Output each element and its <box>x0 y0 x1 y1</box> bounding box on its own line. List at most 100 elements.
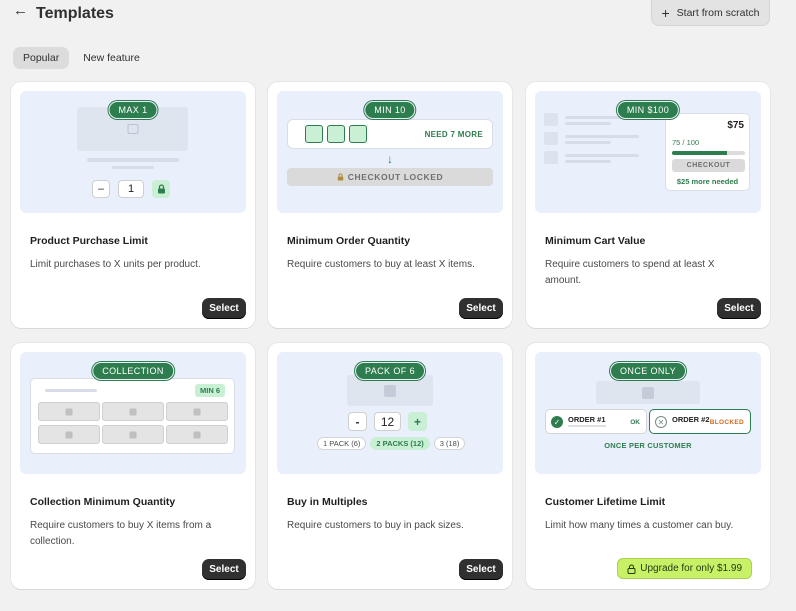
back-arrow-icon[interactable]: ← <box>13 2 28 19</box>
template-description: Limit how many times a customer can buy. <box>545 520 734 531</box>
template-badge: MIN 10 <box>364 101 416 119</box>
template-description: Require customers to buy at least X item… <box>287 259 475 270</box>
lock-icon <box>337 173 344 181</box>
pack-chip-selected: 2 PACKS (12) <box>370 437 430 450</box>
template-card-collection-minimum-quantity: COLLECTION MIN 6 Collection Minimum Quan… <box>11 343 255 589</box>
lock-icon <box>152 180 170 198</box>
select-button[interactable]: Select <box>459 559 503 580</box>
template-badge: ONCE ONLY <box>610 362 686 380</box>
template-badge: MIN $100 <box>616 101 680 119</box>
collection-item <box>102 425 164 444</box>
select-button[interactable]: Select <box>202 298 246 319</box>
text-placeholder <box>565 141 611 144</box>
arrow-down-icon: ↓ <box>387 152 393 166</box>
template-preview: ONCE ONLY ✓ ORDER #1 OK ✕ ORDER #2 BLOCK… <box>535 352 761 474</box>
page-header: ← Templates + Start from scratch <box>0 0 796 34</box>
list-thumbnail <box>544 113 558 126</box>
template-card-minimum-order-quantity: MIN 10 NEED 7 MORE ↓ CHECKOUT LOCKED Min… <box>268 82 512 328</box>
order-label: ORDER #2 <box>672 415 710 424</box>
order-label: ORDER #1 <box>568 415 606 424</box>
cart-summary: $75 75 / 100 CHECKOUT $25 more needed <box>665 113 750 191</box>
collection-item <box>166 402 228 421</box>
start-from-scratch-button[interactable]: + Start from scratch <box>651 0 770 26</box>
checkout-button-disabled: CHECKOUT <box>672 159 745 172</box>
page-title: Templates <box>36 5 114 22</box>
cart-progress-bar <box>672 151 745 155</box>
template-preview: MIN 10 NEED 7 MORE ↓ CHECKOUT LOCKED <box>277 91 503 213</box>
start-from-scratch-label: Start from scratch <box>676 6 760 19</box>
collection-item <box>38 402 100 421</box>
cart-amount: $75 <box>727 120 744 131</box>
template-preview: PACK OF 6 - 12 + 1 PACK (6) 2 PACKS (12)… <box>277 352 503 474</box>
template-card-product-purchase-limit: MAX 1 – 1 Product Purchase Limit Limit p… <box>11 82 255 328</box>
plus-icon: + <box>661 4 670 21</box>
select-button[interactable]: Select <box>717 298 761 319</box>
item-slot <box>349 125 367 143</box>
pack-stepper: - 12 + <box>348 412 427 431</box>
template-title: Product Purchase Limit <box>30 235 148 247</box>
list-thumbnail <box>544 132 558 145</box>
upgrade-label: Upgrade for only $1.99 <box>640 563 742 574</box>
decrement-button: – <box>92 180 110 198</box>
template-title: Buy in Multiples <box>287 496 368 508</box>
select-button[interactable]: Select <box>202 559 246 580</box>
checkout-locked-label: CHECKOUT LOCKED <box>347 172 444 182</box>
text-placeholder <box>45 389 97 392</box>
template-tabs: Popular New feature <box>13 47 150 69</box>
collection-item <box>102 402 164 421</box>
blocked-icon: ✕ <box>655 416 667 428</box>
order-row-ok: ✓ ORDER #1 OK <box>545 409 647 434</box>
min-badge: MIN 6 <box>194 384 225 397</box>
select-button[interactable]: Select <box>459 298 503 319</box>
template-preview: MIN $100 $75 75 / 100 CHECKOUT $25 more … <box>535 91 761 213</box>
template-preview: COLLECTION MIN 6 <box>20 352 246 474</box>
order-row-blocked: ✕ ORDER #2 BLOCKED <box>649 409 751 434</box>
template-card-customer-lifetime-limit: ONCE ONLY ✓ ORDER #1 OK ✕ ORDER #2 BLOCK… <box>526 343 770 589</box>
quantity-stepper: – 1 <box>92 180 170 198</box>
list-thumbnail <box>544 151 558 164</box>
collection-item <box>166 425 228 444</box>
text-placeholder <box>112 166 154 169</box>
template-title: Minimum Cart Value <box>545 235 646 247</box>
template-title: Customer Lifetime Limit <box>545 496 666 508</box>
text-placeholder <box>568 425 606 427</box>
tab-popular[interactable]: Popular <box>13 47 70 69</box>
quantity-value: 12 <box>374 412 401 431</box>
order-status: BLOCKED <box>709 419 744 426</box>
item-slot <box>305 125 323 143</box>
template-preview: MAX 1 – 1 <box>20 91 246 213</box>
more-needed-label: $25 more needed <box>676 177 739 186</box>
tab-new-feature[interactable]: New feature <box>73 47 150 69</box>
text-placeholder <box>565 122 611 125</box>
template-badge: COLLECTION <box>92 362 174 380</box>
check-icon: ✓ <box>551 416 563 428</box>
text-placeholder <box>565 135 639 138</box>
template-card-buy-in-multiples: PACK OF 6 - 12 + 1 PACK (6) 2 PACKS (12)… <box>268 343 512 589</box>
quantity-value: 1 <box>118 180 144 198</box>
product-image-placeholder <box>596 381 700 404</box>
need-more-label: NEED 7 MORE <box>424 130 483 139</box>
item-progress-box: NEED 7 MORE <box>287 119 493 149</box>
decrement-button: - <box>348 412 367 431</box>
increment-button: + <box>408 412 427 431</box>
template-description: Require customers to buy X items from a … <box>30 520 212 547</box>
pack-options: 1 PACK (6) 2 PACKS (12) 3 (18) <box>317 437 466 450</box>
template-description: Require customers to buy in pack sizes. <box>287 520 464 531</box>
checkout-locked-bar: CHECKOUT LOCKED <box>287 168 493 186</box>
pack-chip: 1 PACK (6) <box>317 437 367 450</box>
cart-progress-fill <box>672 151 727 155</box>
template-card-minimum-cart-value: MIN $100 $75 75 / 100 CHECKOUT $25 more … <box>526 82 770 328</box>
template-badge: MAX 1 <box>108 101 158 119</box>
once-per-customer-label: ONCE PER CUSTOMER <box>604 441 692 450</box>
template-description: Limit purchases to X units per product. <box>30 259 201 270</box>
lock-icon <box>627 564 636 574</box>
item-slot <box>327 125 345 143</box>
text-placeholder <box>87 158 179 162</box>
upgrade-button[interactable]: Upgrade for only $1.99 <box>617 558 752 579</box>
template-title: Collection Minimum Quantity <box>30 496 176 508</box>
cart-progress-text: 75 / 100 <box>672 138 700 147</box>
template-title: Minimum Order Quantity <box>287 235 411 247</box>
collection-grid-box: MIN 6 <box>30 378 235 454</box>
template-description: Require customers to spend at least X am… <box>545 259 715 286</box>
order-status: OK <box>630 419 640 426</box>
